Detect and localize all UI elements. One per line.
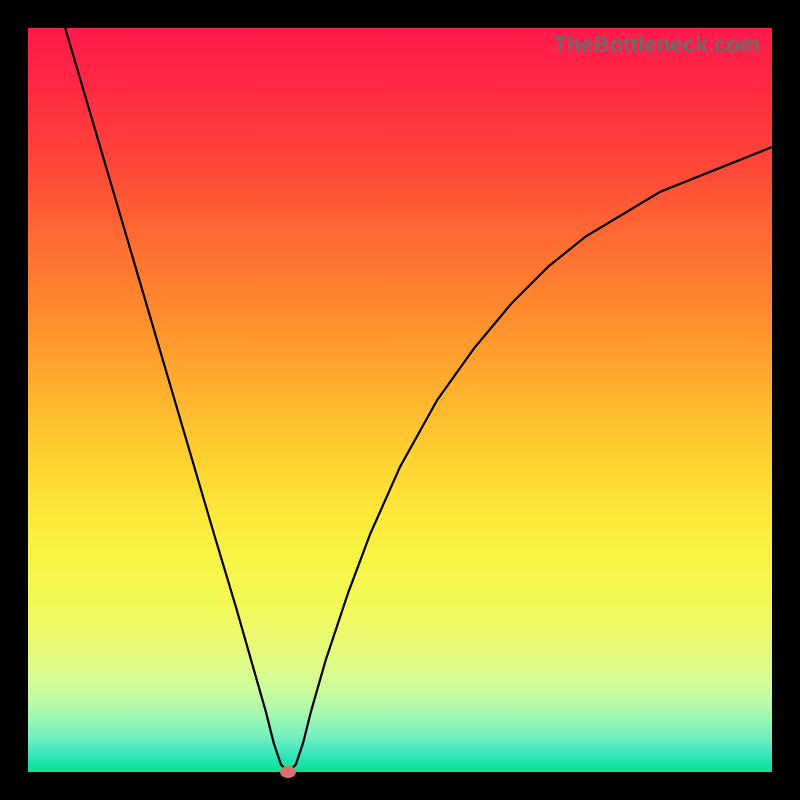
minimum-marker: [280, 766, 296, 778]
bottleneck-curve: [28, 28, 772, 772]
plot-area: TheBottleneck.com: [28, 28, 772, 772]
chart-frame: TheBottleneck.com: [0, 0, 800, 800]
